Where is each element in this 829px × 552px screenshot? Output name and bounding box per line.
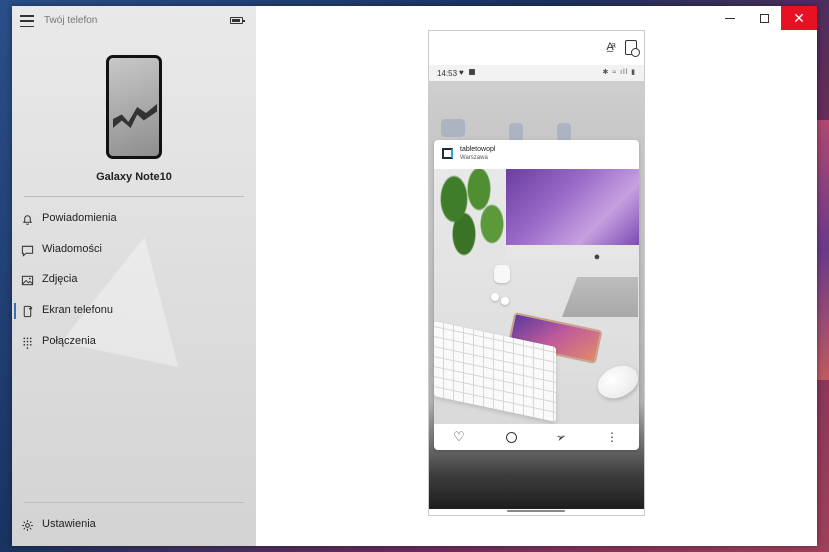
airpod-image — [491, 293, 499, 301]
status-time: 14:53 — [437, 69, 458, 78]
sidebar-item-label: Wiadomości — [42, 243, 102, 255]
app-title: Twój telefon — [44, 15, 98, 26]
phone-screen-mirror[interactable]: A̲ͣ 14:53 ♥ ✱ ≈ ıll ▮ tabletowopl Warsza… — [428, 30, 645, 516]
airpod-image — [501, 297, 509, 305]
minimize-icon — [725, 17, 735, 19]
sidebar-topbar: Twój telefon — [12, 6, 256, 36]
instagram-post-card[interactable]: tabletowopl Warszawa ● ♡ ➢ ⋮ — [434, 140, 639, 450]
sidebar-item-messages[interactable]: Wiadomości — [12, 236, 256, 264]
account-avatar-icon[interactable] — [442, 148, 453, 159]
close-icon: ✕ — [793, 10, 805, 26]
apple-logo-icon: ● — [593, 251, 601, 263]
status-indicators-icon: ✱ ≈ ıll ▮ — [602, 69, 636, 76]
photos-icon — [20, 273, 34, 287]
sidebar-item-photos[interactable]: Zdjęcia — [12, 266, 256, 294]
phone-status-bar: 14:53 ♥ ✱ ≈ ıll ▮ — [429, 65, 644, 81]
phone-screen-icon — [20, 304, 34, 318]
sidebar-item-notifications[interactable]: Powiadomienia — [12, 205, 256, 233]
minimize-button[interactable] — [712, 6, 748, 30]
post-image[interactable]: ● — [434, 169, 639, 424]
battery-icon — [230, 17, 245, 24]
blurred-background — [557, 123, 571, 141]
sidebar-item-label: Połączenia — [42, 335, 96, 347]
maximize-icon — [759, 13, 769, 23]
more-options-icon[interactable]: ⋮ — [604, 429, 620, 445]
phone-navigation-pill[interactable] — [507, 510, 565, 512]
sidebar-item-label: Ustawienia — [42, 518, 96, 530]
hamburger-menu-icon[interactable] — [20, 15, 34, 27]
sidebar-item-label: Zdjęcia — [42, 273, 78, 285]
plant-image — [434, 169, 504, 264]
heart-notification-icon: ♥ — [459, 68, 464, 77]
phone-screen-settings-icon[interactable] — [625, 40, 640, 57]
sidebar-divider-bottom — [24, 502, 244, 503]
mouse-image — [592, 359, 639, 405]
blurred-background — [441, 119, 465, 137]
monitor-image — [506, 169, 639, 259]
wallpaper-illustration — [113, 104, 157, 128]
close-button[interactable]: ✕ — [781, 6, 817, 30]
your-phone-window: Twój telefon Galaxy Note10 Powiadomienia… — [12, 6, 817, 546]
app-notification-icon — [469, 69, 475, 75]
blurred-background — [509, 123, 523, 141]
sidebar-item-phone-screen[interactable]: Ekran telefonu — [12, 297, 256, 325]
share-send-icon[interactable]: ➢ — [551, 427, 572, 448]
maximize-button[interactable] — [746, 6, 782, 30]
message-icon — [20, 243, 34, 257]
phone-screen-content[interactable]: tabletowopl Warszawa ● ♡ ➢ ⋮ — [429, 81, 644, 509]
monitor-stand-image — [562, 277, 638, 317]
post-location[interactable]: Warszawa — [460, 155, 488, 161]
comment-icon[interactable] — [503, 429, 519, 445]
device-name: Galaxy Note10 — [96, 171, 172, 183]
sidebar-item-label: Powiadomienia — [42, 212, 117, 224]
sidebar-divider-top — [24, 196, 244, 197]
sidebar-item-settings[interactable]: Ustawienia — [12, 511, 256, 539]
device-illustration — [106, 55, 162, 159]
phone-screen-toolbar: A̲ͣ — [429, 31, 644, 65]
post-actions: ♡ ➢ ⋮ — [434, 424, 639, 450]
post-header: tabletowopl Warszawa — [434, 140, 639, 169]
airpods-case-image — [494, 265, 510, 283]
sidebar-item-calls[interactable]: Połączenia — [12, 328, 256, 356]
bell-icon — [20, 212, 34, 226]
like-heart-icon[interactable]: ♡ — [451, 429, 467, 445]
post-username[interactable]: tabletowopl — [460, 146, 495, 153]
sidebar: Twój telefon Galaxy Note10 Powiadomienia… — [12, 6, 256, 546]
translate-icon[interactable]: A̲ͣ — [603, 40, 617, 54]
sidebar-item-label: Ekran telefonu — [42, 304, 113, 316]
gear-icon — [20, 518, 34, 532]
dialpad-icon — [20, 335, 34, 349]
